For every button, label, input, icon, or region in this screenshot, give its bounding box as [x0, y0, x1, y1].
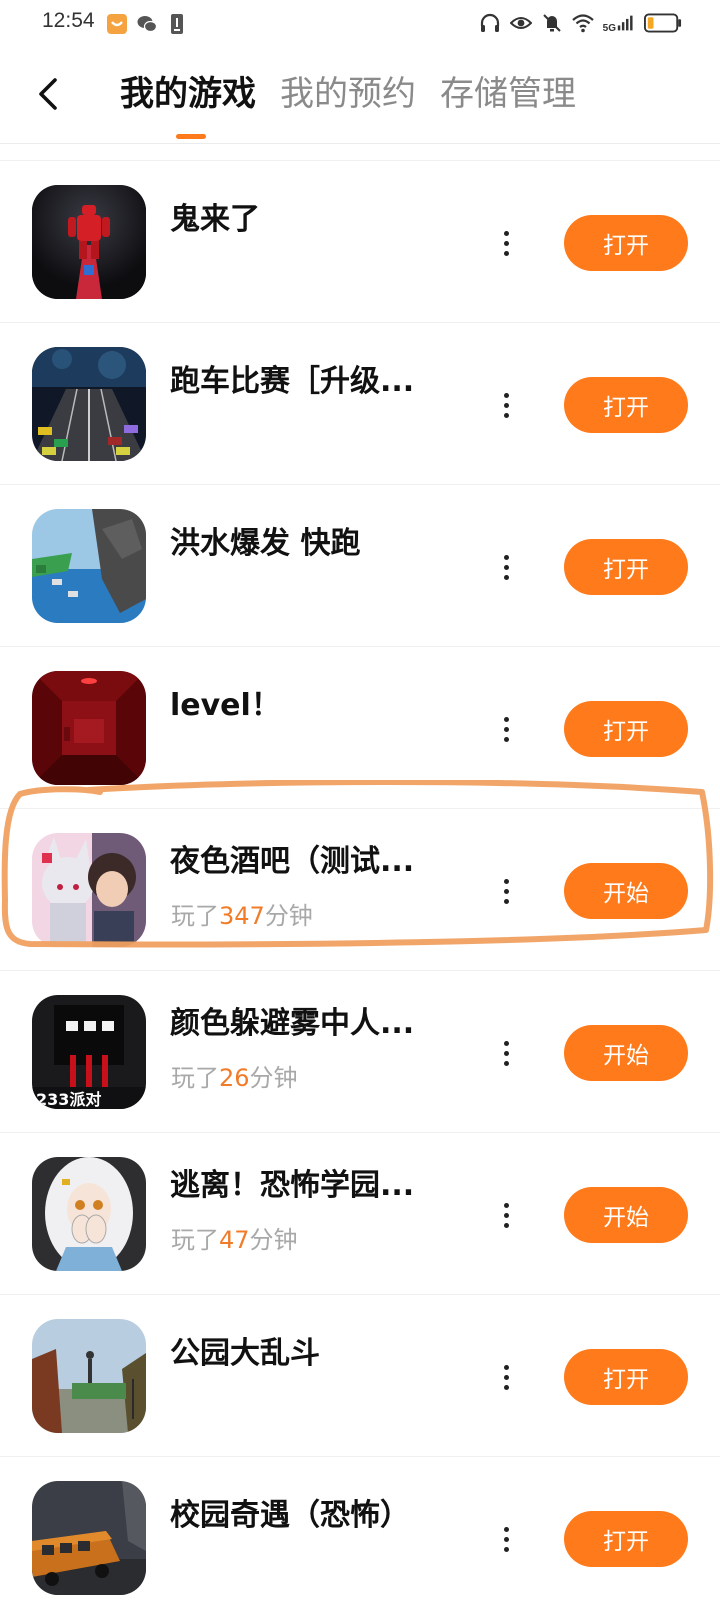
- more-options-icon[interactable]: [494, 1033, 518, 1073]
- open-button[interactable]: 打开: [564, 539, 688, 595]
- game-title: 鬼来了: [170, 202, 260, 237]
- more-options-icon[interactable]: [494, 709, 518, 749]
- wechat-icon: [137, 16, 158, 33]
- game-title: 公园大乱斗: [170, 1336, 320, 1371]
- playtime-label: 玩了26分钟: [171, 1064, 298, 1092]
- download-icon: [171, 14, 183, 34]
- game-title: 校园奇遇（恐怖）: [170, 1498, 410, 1533]
- game-list-item-highlighted[interactable]: 夜色酒吧（测试... 玩了347分钟 开始: [0, 808, 720, 970]
- game-title: 夜色酒吧（测试...: [170, 844, 415, 879]
- top-nav: 我的游戏 我的预约 存储管理: [0, 48, 720, 144]
- open-button[interactable]: 打开: [564, 701, 688, 757]
- network-label: 5G: [602, 23, 616, 34]
- tab-bar: 我的游戏 我的预约 存储管理: [120, 72, 600, 116]
- game-list-item[interactable]: 鬼来了 打开: [0, 160, 720, 322]
- game-list-item[interactable]: 校园奇遇（恐怖） 打开: [0, 1456, 720, 1612]
- game-list-item[interactable]: 跑车比赛［升级... 打开: [0, 322, 720, 484]
- headphones-icon: [480, 13, 499, 32]
- park-game-icon[interactable]: [32, 1319, 146, 1433]
- more-options-icon[interactable]: [494, 1357, 518, 1397]
- tab-my-games[interactable]: 我的游戏: [120, 72, 256, 116]
- anime-girl-game-icon[interactable]: [32, 1157, 146, 1271]
- playtime-label: 玩了347分钟: [171, 902, 313, 930]
- game-title: 洪水爆发 快跑: [170, 526, 361, 561]
- more-options-icon[interactable]: [494, 1519, 518, 1559]
- open-button[interactable]: 打开: [564, 377, 688, 433]
- battery-icon: [644, 13, 682, 33]
- tab-storage-management[interactable]: 存储管理: [440, 72, 576, 116]
- more-options-icon[interactable]: [494, 1195, 518, 1235]
- tab-my-reservations[interactable]: 我的预约: [280, 72, 416, 116]
- chevron-left-icon: [39, 78, 57, 110]
- more-options-icon[interactable]: [494, 871, 518, 911]
- game-title: 逃离！恐怖学园...: [170, 1168, 415, 1203]
- start-button[interactable]: 开始: [564, 1187, 688, 1243]
- more-options-icon[interactable]: [494, 385, 518, 425]
- red-room-game-icon[interactable]: [32, 671, 146, 785]
- game-list-item[interactable]: 洪水爆发 快跑 打开: [0, 484, 720, 646]
- red-figure-game-icon[interactable]: [32, 185, 146, 299]
- dark-monster-game-icon[interactable]: 233派对: [32, 995, 146, 1109]
- start-button[interactable]: 开始: [564, 1025, 688, 1081]
- game-title: 跑车比赛［升级...: [170, 364, 415, 399]
- wifi-icon: [571, 14, 594, 33]
- game-title: level！: [170, 688, 281, 723]
- game-list-item[interactable]: 233派对 颜色躲避雾中人... 玩了26分钟 开始: [0, 970, 720, 1132]
- game-title: 颜色躲避雾中人...: [170, 1006, 415, 1041]
- racing-game-icon[interactable]: [32, 347, 146, 461]
- playtime-label: 玩了47分钟: [171, 1226, 298, 1254]
- signal-icon: [617, 15, 633, 31]
- start-button[interactable]: 开始: [564, 863, 688, 919]
- eye-icon: [509, 17, 532, 29]
- back-button[interactable]: [28, 72, 68, 116]
- app-notification-icon: [107, 14, 127, 34]
- flood-game-icon[interactable]: [32, 509, 146, 623]
- status-bar: 12:54 5G: [0, 0, 720, 48]
- open-button[interactable]: 打开: [564, 1511, 688, 1567]
- more-options-icon[interactable]: [494, 547, 518, 587]
- open-button[interactable]: 打开: [564, 1349, 688, 1405]
- status-time: 12:54: [42, 9, 95, 32]
- mute-icon: [542, 14, 561, 32]
- more-options-icon[interactable]: [494, 223, 518, 263]
- icon-text: 233派对: [36, 1090, 101, 1109]
- game-list: 鬼来了 打开 跑车比赛［升级... 打开 洪水爆发 快跑 打开 level！ 打…: [0, 160, 720, 1612]
- game-list-item[interactable]: level！ 打开: [0, 646, 720, 808]
- active-tab-indicator: [176, 134, 206, 139]
- open-button[interactable]: 打开: [564, 215, 688, 271]
- game-list-item[interactable]: 公园大乱斗 打开: [0, 1294, 720, 1456]
- game-list-item[interactable]: 逃离！恐怖学园... 玩了47分钟 开始: [0, 1132, 720, 1294]
- anime-couple-game-icon[interactable]: [32, 833, 146, 947]
- school-bus-game-icon[interactable]: [32, 1481, 146, 1595]
